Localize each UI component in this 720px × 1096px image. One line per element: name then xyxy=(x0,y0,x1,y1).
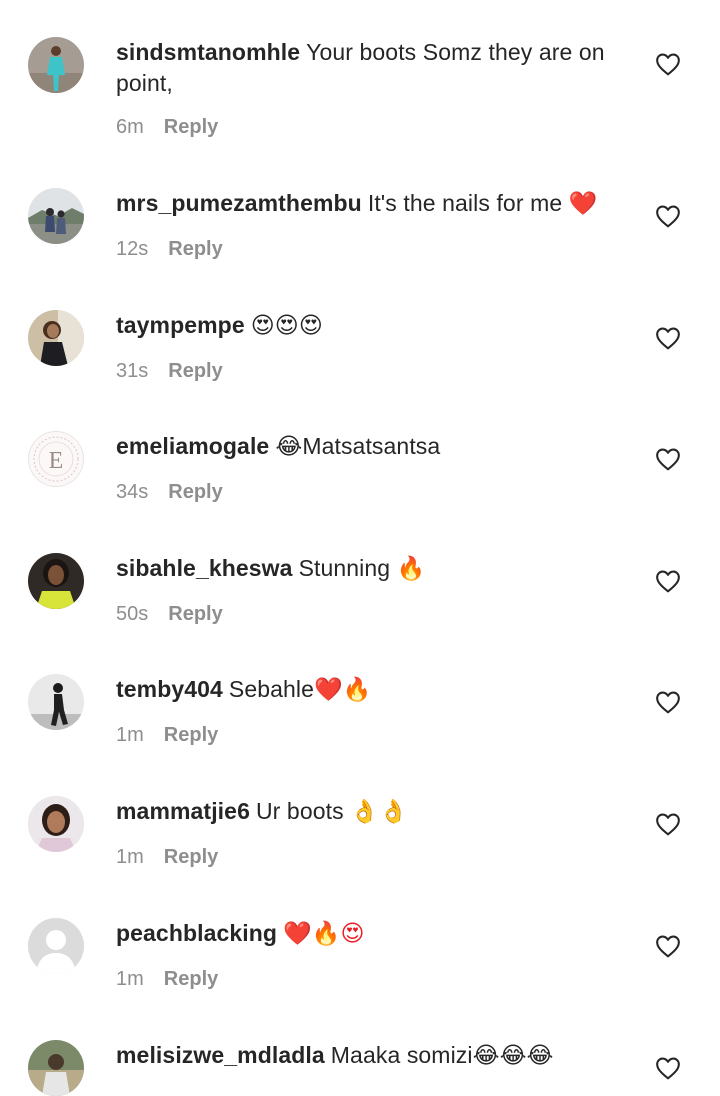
comment-emoji: 😍😍😍 xyxy=(250,313,323,339)
comment-time: 34s xyxy=(116,481,149,503)
reply-button[interactable]: Reply xyxy=(168,360,222,383)
reply-button[interactable]: Reply xyxy=(168,603,222,626)
avatar[interactable] xyxy=(28,553,84,609)
avatar[interactable] xyxy=(28,674,84,730)
comment-emoji: 🔥 xyxy=(396,556,426,582)
heart-outline-icon[interactable] xyxy=(655,326,681,350)
comment-emoji: 👌👌 xyxy=(350,799,408,825)
avatar-logo[interactable]: E xyxy=(28,431,84,487)
comment-body: Sebahle xyxy=(228,676,315,702)
avatar-letter: E xyxy=(49,448,64,474)
comment-text: sindsmtanomhle Your boots Somz they are o… xyxy=(116,37,636,99)
comment-body: Maaka somizi xyxy=(330,1042,473,1068)
comment-time: 1m xyxy=(116,724,144,746)
reply-button[interactable]: Reply xyxy=(168,481,222,504)
comment-time: 12s xyxy=(116,238,149,260)
avatar[interactable] xyxy=(28,310,84,366)
comment-time: 1m xyxy=(116,846,144,868)
reply-button[interactable]: Reply xyxy=(164,724,218,747)
comment-body: It's the nails for me xyxy=(367,190,563,216)
comment-username[interactable]: temby404 xyxy=(116,676,223,702)
comment-username[interactable]: taympempe xyxy=(116,312,245,338)
avatar[interactable] xyxy=(28,1040,84,1096)
heart-outline-icon[interactable] xyxy=(655,569,681,593)
reply-button[interactable]: Reply xyxy=(164,116,218,139)
comment-emoji: ❤️ xyxy=(568,191,598,217)
comment-username[interactable]: peachblacking xyxy=(116,920,277,946)
comment-username[interactable]: melisizwe_mdladla xyxy=(116,1042,325,1068)
comment-body: Stunning xyxy=(298,555,391,581)
heart-outline-icon[interactable] xyxy=(655,447,681,471)
comment-body: Matsatsantsa xyxy=(302,433,441,459)
comment-username[interactable]: emeliamogale xyxy=(116,433,269,459)
avatar[interactable] xyxy=(28,188,84,244)
comment-body: Ur boots xyxy=(255,798,344,824)
heart-outline-icon[interactable] xyxy=(655,1056,681,1080)
avatar[interactable] xyxy=(28,796,84,852)
comment-time: 31s xyxy=(116,360,149,382)
heart-outline-icon[interactable] xyxy=(655,204,681,228)
comment-emoji: 😂 xyxy=(275,434,303,460)
comment-time: 50s xyxy=(116,603,149,625)
comment-username[interactable]: mrs_pumezamthembu xyxy=(116,190,362,216)
comment-emoji: ❤️🔥 xyxy=(314,677,372,703)
comment-emoji: 😂😂😂 xyxy=(472,1043,554,1069)
heart-outline-icon[interactable] xyxy=(655,812,681,836)
comment-emoji: ❤️🔥😍 xyxy=(283,921,365,947)
comment-time: 1m xyxy=(116,968,144,990)
heart-outline-icon[interactable] xyxy=(655,690,681,714)
comment-username[interactable]: mammatjie6 xyxy=(116,798,250,824)
comment-time: 6m xyxy=(116,116,144,138)
comment-username[interactable]: sindsmtanomhle xyxy=(116,39,300,65)
reply-button[interactable]: Reply xyxy=(168,238,222,261)
heart-outline-icon[interactable] xyxy=(655,52,681,76)
heart-outline-icon[interactable] xyxy=(655,934,681,958)
default-avatar-icon[interactable] xyxy=(28,918,84,974)
reply-button[interactable]: Reply xyxy=(164,846,218,869)
reply-button[interactable]: Reply xyxy=(164,968,218,991)
avatar[interactable] xyxy=(28,37,84,93)
comment-username[interactable]: sibahle_kheswa xyxy=(116,555,293,581)
